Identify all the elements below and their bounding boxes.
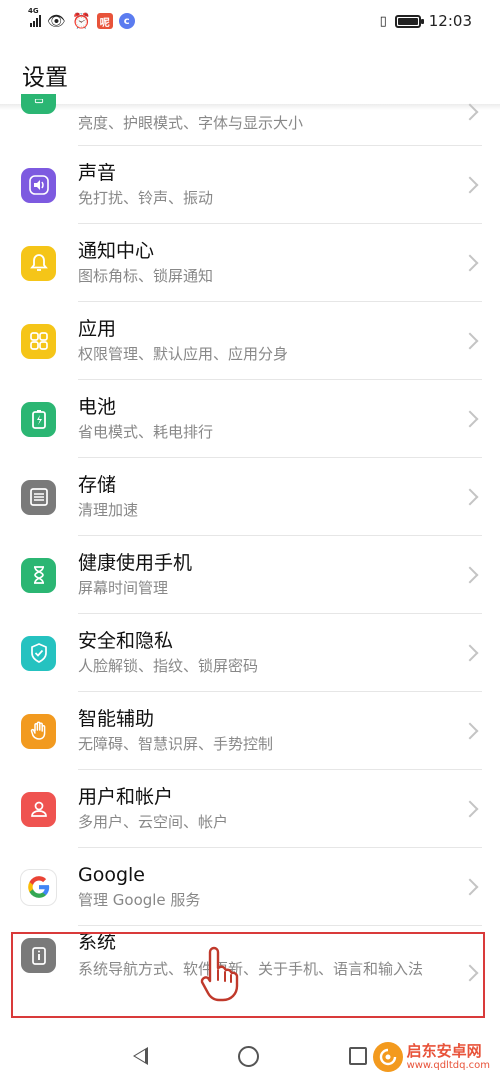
chevron-right-icon [461, 410, 479, 428]
clock: 12:03 [428, 12, 472, 30]
chevron-right-icon [461, 176, 479, 194]
settings-item-display[interactable]: 亮度、护眼模式、字体与显示大小 [0, 94, 500, 146]
settings-item-smart-assist[interactable]: 智能辅助 无障碍、智慧识屏、手势控制 [0, 692, 500, 770]
bell-icon [21, 245, 56, 281]
hourglass-icon [21, 557, 56, 593]
status-left: 4G 👁 ⏰ 呢 c [28, 7, 135, 30]
storage-icon [21, 479, 56, 515]
settings-item-title: 健康使用手机 [78, 552, 193, 574]
google-icon [21, 869, 56, 905]
battery-icon [21, 401, 56, 437]
settings-item-subtitle: 屏幕时间管理 [78, 579, 169, 597]
watermark-logo-icon [372, 1042, 403, 1072]
back-icon[interactable] [133, 1047, 148, 1065]
settings-item-notifications[interactable]: 通知中心 图标角标、锁屏通知 [0, 224, 500, 302]
highlight-box [11, 932, 485, 1018]
settings-item-subtitle: 图标角标、锁屏通知 [78, 267, 214, 285]
speaker-icon [21, 167, 56, 203]
settings-item-subtitle: 清理加速 [78, 501, 139, 519]
chevron-right-icon [461, 722, 479, 740]
hand-icon [21, 713, 56, 749]
settings-item-title: Google [78, 864, 146, 886]
status-right: ▯ 12:03 [380, 12, 472, 30]
apps-grid-icon [21, 323, 56, 359]
settings-item-title: 安全和隐私 [78, 630, 174, 652]
chevron-right-icon [461, 800, 479, 818]
user-icon [21, 791, 56, 827]
settings-item-apps[interactable]: 应用 权限管理、默认应用、应用分身 [0, 302, 500, 380]
settings-item-sound[interactable]: 声音 免打扰、铃声、振动 [0, 146, 500, 224]
shield-icon [21, 635, 56, 671]
recent-apps-icon[interactable] [349, 1047, 367, 1065]
settings-item-subtitle: 管理 Google 服务 [78, 891, 201, 909]
settings-item-title: 用户和帐户 [78, 786, 174, 808]
settings-item-digital-balance[interactable]: 健康使用手机 屏幕时间管理 [0, 536, 500, 614]
settings-item-title: 电池 [78, 396, 117, 418]
vibrate-icon: ▯ [379, 13, 387, 29]
home-icon[interactable] [238, 1045, 259, 1067]
chevron-right-icon [461, 332, 479, 350]
chevron-right-icon [461, 878, 479, 896]
settings-item-title: 存储 [78, 474, 117, 496]
settings-item-subtitle: 权限管理、默认应用、应用分身 [78, 345, 289, 363]
settings-item-subtitle: 免打扰、铃声、振动 [78, 189, 214, 207]
battery-status-icon [394, 14, 424, 28]
settings-item-title: 通知中心 [78, 240, 155, 262]
settings-item-title: 应用 [78, 318, 117, 340]
settings-item-title: 智能辅助 [78, 708, 155, 730]
signal-icon: 4G [28, 7, 41, 27]
settings-item-battery[interactable]: 电池 省电模式、耗电排行 [0, 380, 500, 458]
settings-item-users-accounts[interactable]: 用户和帐户 多用户、云空间、帐户 [0, 770, 500, 848]
settings-item-security[interactable]: 安全和隐私 人脸解锁、指纹、锁屏密码 [0, 614, 500, 692]
settings-item-title: 声音 [78, 162, 117, 184]
settings-item-subtitle: 省电模式、耗电排行 [78, 423, 214, 441]
eye-icon: 👁 [47, 11, 67, 30]
watermark-url: www.qdltdq.com [406, 1059, 490, 1071]
settings-item-subtitle: 人脸解锁、指纹、锁屏密码 [78, 657, 259, 675]
settings-list[interactable]: 亮度、护眼模式、字体与显示大小 声音 免打扰、铃声、振动 通知中心 图标角标、锁… [0, 94, 500, 1020]
display-icon [21, 94, 56, 114]
watermark: 启东安卓网 www.qdltdq.com [366, 1040, 496, 1074]
status-bar: 4G 👁 ⏰ 呢 c ▯ 12:03 [0, 0, 500, 42]
settings-item-subtitle: 无障碍、智慧识屏、手势控制 [78, 735, 274, 753]
chevron-right-icon [461, 566, 479, 584]
settings-item-subtitle: 亮度、护眼模式、字体与显示大小 [78, 114, 304, 132]
chevron-right-icon [461, 644, 479, 662]
pointing-hand-icon [200, 946, 239, 1002]
settings-item-google[interactable]: Google 管理 Google 服务 [0, 848, 500, 926]
chevron-right-icon [461, 254, 479, 272]
page-title: 设置 [22, 65, 68, 91]
settings-item-storage[interactable]: 存储 清理加速 [0, 458, 500, 536]
network-type: 4G [28, 7, 39, 15]
alarm-icon: ⏰ [72, 11, 91, 30]
watermark-name: 启东安卓网 [406, 1042, 482, 1061]
chevron-right-icon [461, 488, 479, 506]
app-notification-icon-2: c [118, 13, 135, 29]
app-notification-icon: 呢 [96, 13, 113, 29]
settings-item-subtitle: 多用户、云空间、帐户 [78, 813, 229, 831]
